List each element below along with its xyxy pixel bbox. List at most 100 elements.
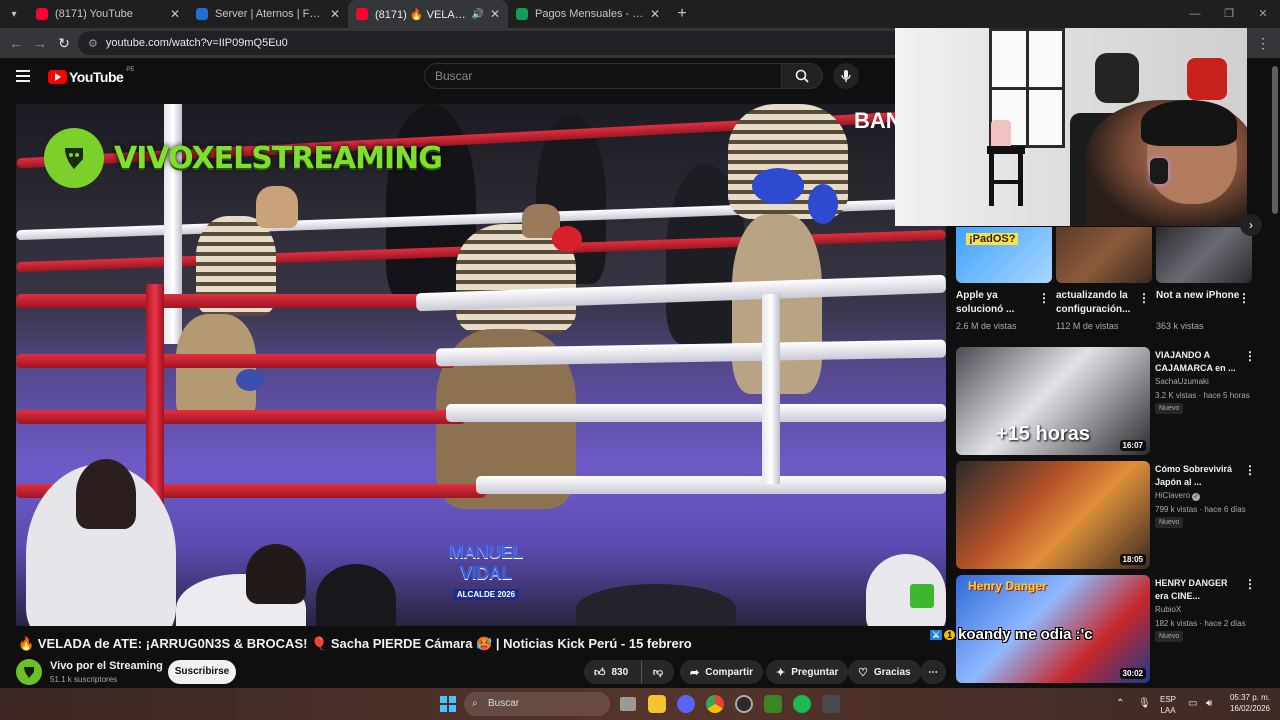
- volume-icon[interactable]: 🔊︎: [1206, 698, 1212, 709]
- video-title[interactable]: VIAJANDO A CAJAMARCA en ...: [1155, 349, 1241, 375]
- microphone-icon[interactable]: 🎙︎: [1138, 698, 1151, 709]
- aternos-favicon-icon: [196, 8, 208, 20]
- sparkle-icon: ✦: [776, 666, 786, 679]
- more-vert-icon[interactable]: ⋮: [1244, 349, 1256, 363]
- browser-tab[interactable]: Pagos Mensuales - Hojas de cálc ✕: [508, 0, 668, 28]
- shelf-next-chevron-icon[interactable]: ›: [1240, 214, 1262, 236]
- more-vert-icon[interactable]: ⋮: [1138, 291, 1150, 305]
- search-input[interactable]: Buscar: [424, 63, 782, 89]
- more-vert-icon[interactable]: ⋮: [1244, 463, 1256, 477]
- voice-search-button[interactable]: [833, 63, 859, 89]
- short-title[interactable]: Not a new iPhone: [1156, 289, 1242, 303]
- youtube-logo[interactable]: YouTube PE: [48, 67, 134, 85]
- reload-icon[interactable]: ↻: [52, 35, 76, 52]
- channel-name[interactable]: RubioX: [1155, 605, 1181, 614]
- video-title: 🔥 VELADA de ATE: ¡ARRUG0N3S & BROCAS! 🎈 …: [18, 636, 692, 651]
- minecraft-icon[interactable]: [764, 695, 782, 713]
- search-icon: ⌕: [472, 698, 478, 709]
- short-thumbnail[interactable]: [1056, 227, 1152, 283]
- discord-icon[interactable]: [677, 695, 695, 713]
- hamburger-menu-icon[interactable]: [16, 70, 30, 85]
- maximize-icon[interactable]: ❐: [1212, 0, 1246, 28]
- ring-rope: [16, 354, 456, 368]
- share-button[interactable]: ➦ Compartir: [680, 660, 764, 684]
- ask-button[interactable]: ✦ Preguntar: [766, 660, 849, 684]
- new-tab-button[interactable]: +: [668, 5, 696, 23]
- search-button[interactable]: [781, 63, 823, 89]
- tab-search-button[interactable]: ▾: [0, 0, 28, 28]
- search-icon: [795, 69, 809, 83]
- video-thumbnail[interactable]: +15 horas 16:07: [956, 347, 1150, 455]
- file-explorer-icon[interactable]: [648, 695, 666, 713]
- recommended-video[interactable]: +15 horas 16:07 VIAJANDO A CAJAMARCA en …: [956, 347, 1256, 455]
- boxing-glove: [808, 184, 838, 224]
- subscribe-button[interactable]: Suscribirse: [168, 660, 236, 684]
- share-label: Compartir: [705, 666, 754, 678]
- ring-rope: [476, 476, 946, 494]
- windows-start-icon[interactable]: [440, 696, 456, 712]
- channel-name[interactable]: Vivo por el Streaming: [50, 660, 163, 672]
- url-text: youtube.com/watch?v=IIP09mQ5Eu0: [105, 37, 288, 49]
- chrome-icon[interactable]: [706, 695, 724, 713]
- browser-tab[interactable]: (8171) YouTube ✕: [28, 0, 188, 28]
- red-bag: [1187, 58, 1227, 100]
- short-thumbnail[interactable]: [1156, 227, 1252, 283]
- like-button[interactable]: 👍︎ 830: [584, 660, 642, 684]
- short-thumbnail[interactable]: ¡PadOS?: [956, 227, 1052, 283]
- channel-name[interactable]: SachaUzumaki: [1155, 377, 1209, 386]
- youtube-favicon-icon: [36, 8, 48, 20]
- page-scrollbar[interactable]: [1272, 66, 1278, 214]
- close-window-icon[interactable]: ✕: [1246, 0, 1280, 28]
- video-duration: 18:05: [1119, 554, 1146, 565]
- more-vert-icon[interactable]: ⋮: [1038, 291, 1050, 305]
- channel-name[interactable]: HiClavero ✓: [1155, 491, 1201, 501]
- more-vert-icon[interactable]: ⋮: [1244, 577, 1256, 591]
- spectator: [316, 564, 396, 626]
- network-icon[interactable]: ▭: [1188, 698, 1197, 709]
- spotify-icon[interactable]: [793, 695, 811, 713]
- video-title[interactable]: HENRY DANGER era CINE...: [1155, 577, 1241, 603]
- minimize-icon[interactable]: —: [1178, 0, 1212, 28]
- keyboard-layout: LAA: [1160, 706, 1176, 715]
- input-language[interactable]: ESP LAA: [1160, 694, 1176, 716]
- task-view-icon[interactable]: [620, 697, 636, 711]
- taskbar-search[interactable]: ⌕ Buscar: [464, 692, 610, 716]
- video-title[interactable]: Cómo Sobrevivirá Japón al ...: [1155, 463, 1241, 489]
- new-badge: Nuevo: [1155, 631, 1184, 642]
- tray-chevron-up-icon[interactable]: ⌃: [1116, 698, 1124, 709]
- video-player[interactable]: VIVOXELSTREAMING BAN ME MANUEL VIDAL ALC…: [16, 104, 946, 626]
- close-tab-icon[interactable]: ✕: [170, 7, 180, 21]
- tab-title: (8171) YouTube: [55, 8, 133, 20]
- sponsor-banner: MANUEL VIDAL ALCALDE 2026: [436, 542, 536, 602]
- video-thumbnail[interactable]: 18:05: [956, 461, 1150, 569]
- shield-logo-icon: [24, 667, 34, 678]
- shorts-shelf: ¡PadOS? Apple ya solucionó ... 2.6 M de …: [956, 227, 1256, 331]
- browser-menu-icon[interactable]: ⋮: [1256, 28, 1270, 58]
- close-tab-icon[interactable]: ✕: [490, 7, 500, 21]
- more-vert-icon[interactable]: ⋮: [1238, 291, 1250, 305]
- recommended-video[interactable]: 18:05 Cómo Sobrevivirá Japón al ... HiCl…: [956, 461, 1256, 569]
- site-info-icon[interactable]: ⚙: [88, 37, 98, 50]
- close-tab-icon[interactable]: ✕: [330, 7, 340, 21]
- close-tab-icon[interactable]: ✕: [650, 7, 660, 21]
- youtube-favicon-icon: [356, 8, 368, 20]
- ring-post: [762, 294, 780, 484]
- channel-avatar[interactable]: [16, 659, 42, 685]
- thanks-button[interactable]: ♡ Gracias: [848, 660, 921, 684]
- video-meta: 3.2 K vistas · hace 5 horas: [1155, 391, 1250, 400]
- system-clock[interactable]: 05:37 p. m. 16/02/2026: [1224, 692, 1270, 714]
- obs-icon[interactable]: [735, 695, 753, 713]
- fighter-left-head: [256, 186, 298, 228]
- calculator-icon[interactable]: [822, 695, 840, 713]
- dislike-button[interactable]: 👎︎: [642, 666, 674, 678]
- short-title[interactable]: Apple ya solucionó ...: [956, 289, 1042, 317]
- more-actions-button[interactable]: ⋯: [920, 660, 946, 684]
- browser-tab-active[interactable]: (8171) 🔥 VELADA de ATE: 🔊 ✕: [348, 0, 508, 28]
- back-arrow-icon[interactable]: ←: [4, 35, 28, 51]
- short-title[interactable]: actualizando la configuración...: [1056, 289, 1142, 317]
- backpack: [1095, 53, 1139, 103]
- speaker-icon[interactable]: 🔊: [471, 9, 483, 20]
- url-bar[interactable]: ⚙ youtube.com/watch?v=IIP09mQ5Eu0: [78, 31, 938, 55]
- forward-arrow-icon[interactable]: →: [28, 35, 52, 51]
- browser-tab[interactable]: Server | Aternos | Free Minecraft ✕: [188, 0, 348, 28]
